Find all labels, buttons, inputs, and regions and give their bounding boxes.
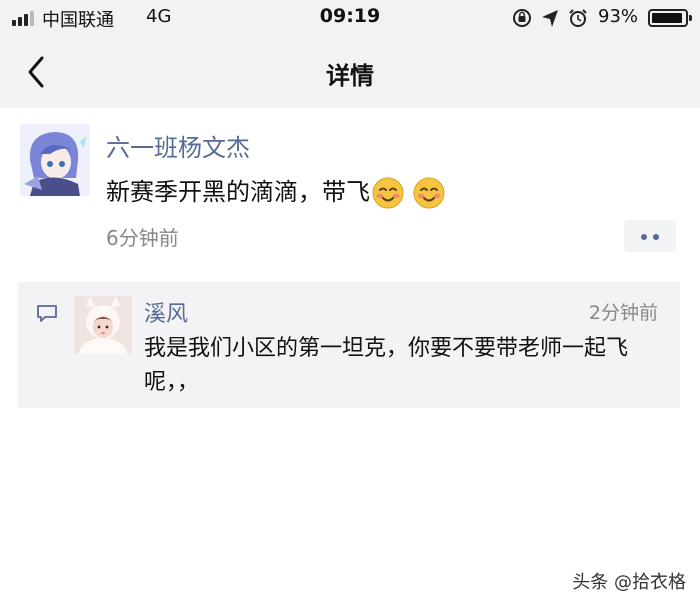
nav-bar: 详情 (0, 36, 700, 108)
more-button[interactable] (624, 220, 676, 252)
post-content: 新赛季开黑的滴滴，带飞 (106, 172, 446, 209)
status-icons (512, 7, 598, 29)
comment-item: 溪风 2分钟前 我是我们小区的第一坦克，你要不要带老师一起飞呢，， (74, 294, 674, 398)
battery-icon (648, 9, 692, 27)
post-text: 新赛季开黑的滴滴，带飞 (106, 178, 370, 206)
location-arrow-icon (542, 10, 558, 27)
status-bar: 中国联通 4G 09:19 93% (0, 0, 700, 36)
moment-post: 六一班杨文杰 新赛季开黑的滴滴，带飞 6分钟前 (0, 108, 700, 278)
post-author-name[interactable]: 六一班杨文杰 (106, 128, 250, 163)
comments-section: 溪风 2分钟前 我是我们小区的第一坦克，你要不要带老师一起飞呢，， (18, 282, 680, 408)
page-title: 详情 (326, 62, 374, 90)
commenter-avatar[interactable] (74, 296, 132, 354)
comment-icon (36, 304, 58, 324)
watermark: 头条 @拾衣格 (572, 568, 686, 594)
rotation-lock-icon (513, 9, 531, 27)
battery-percent: 93% (598, 6, 639, 27)
author-avatar[interactable] (20, 124, 90, 196)
watermark-text: 头条 @拾衣格 (572, 572, 686, 593)
comment-timestamp: 2分钟前 (588, 302, 658, 324)
post-timestamp: 6分钟前 (106, 226, 179, 250)
blushing-smile-emoji (372, 177, 404, 209)
detail-screen: 中国联通 4G 09:19 93% 详情 六一班杨文杰 新赛季开黑的滴滴，带飞 … (0, 0, 700, 604)
blushing-smile-emoji (413, 177, 445, 209)
battery-fill (652, 13, 682, 23)
more-dots-icon (641, 234, 647, 240)
comment-text: 我是我们小区的第一坦克，你要不要带老师一起飞呢，， (144, 336, 629, 395)
commenter-name[interactable]: 溪风 (144, 296, 188, 328)
post-emojis (372, 177, 446, 209)
alarm-icon (569, 9, 587, 27)
